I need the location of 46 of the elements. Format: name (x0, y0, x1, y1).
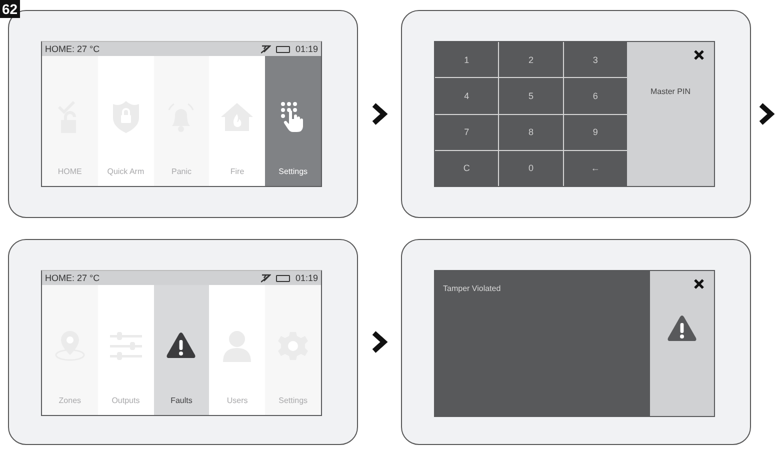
keypad-key[interactable]: 5 (499, 78, 563, 114)
warning-icon (667, 315, 697, 342)
keypad-key[interactable]: C (435, 150, 498, 186)
chevron-icon (372, 102, 388, 126)
location-temperature: HOME: 27 °C (45, 273, 101, 283)
keypad-key[interactable]: 3 (564, 42, 627, 78)
warning-icon (166, 332, 196, 359)
menu-tile[interactable]: Users (209, 285, 266, 415)
location-temperature: HOME: 27 °C (45, 44, 101, 54)
clock-time: 01:19 (295, 44, 318, 54)
battery-icon (276, 274, 290, 282)
menu-tile[interactable]: Outputs (98, 285, 154, 415)
menu-tile[interactable]: Fire (209, 56, 266, 186)
chevron-icon (372, 330, 388, 354)
menu-tile[interactable]: Settings (265, 56, 321, 186)
close-icon[interactable] (694, 50, 704, 60)
close-icon[interactable] (694, 279, 704, 289)
menu-tile[interactable]: Quick Arm (98, 56, 154, 186)
keypad-key[interactable]: 7 (435, 114, 498, 150)
tile-label: Zones (58, 396, 82, 407)
keypad-key[interactable]: 8 (499, 114, 563, 150)
tile-label: Faults (170, 396, 192, 407)
keypad-key[interactable]: ← (564, 150, 627, 186)
tile-label: Fire (230, 167, 244, 178)
clock-time: 01:19 (295, 273, 318, 283)
figure-number: 62 (0, 0, 20, 18)
signal-off-icon (261, 44, 272, 54)
keypad-key[interactable]: 4 (435, 78, 498, 114)
chevron-icon (759, 102, 775, 126)
signal-off-icon (261, 274, 272, 282)
keypad-key[interactable]: 6 (564, 78, 627, 114)
keypad-key[interactable]: 1 (435, 42, 498, 78)
battery-icon (276, 46, 290, 52)
pin-prompt: Master PIN (650, 87, 690, 96)
keypad-key[interactable]: 2 (499, 42, 563, 78)
menu-tile[interactable]: Faults (154, 285, 210, 415)
alert-message: Tamper Violated (443, 284, 501, 293)
tile-label: Users (226, 396, 248, 407)
tile-label: Settings (278, 396, 308, 407)
keypad-key[interactable]: 9 (564, 114, 627, 150)
tile-label: Panic (171, 167, 192, 178)
tile-label: Quick Arm (107, 167, 144, 178)
tile-label: HOME (58, 167, 82, 178)
tile-label: Settings (278, 167, 308, 178)
keypad-key[interactable]: 0 (499, 150, 563, 186)
tile-label: Outputs (112, 396, 140, 407)
